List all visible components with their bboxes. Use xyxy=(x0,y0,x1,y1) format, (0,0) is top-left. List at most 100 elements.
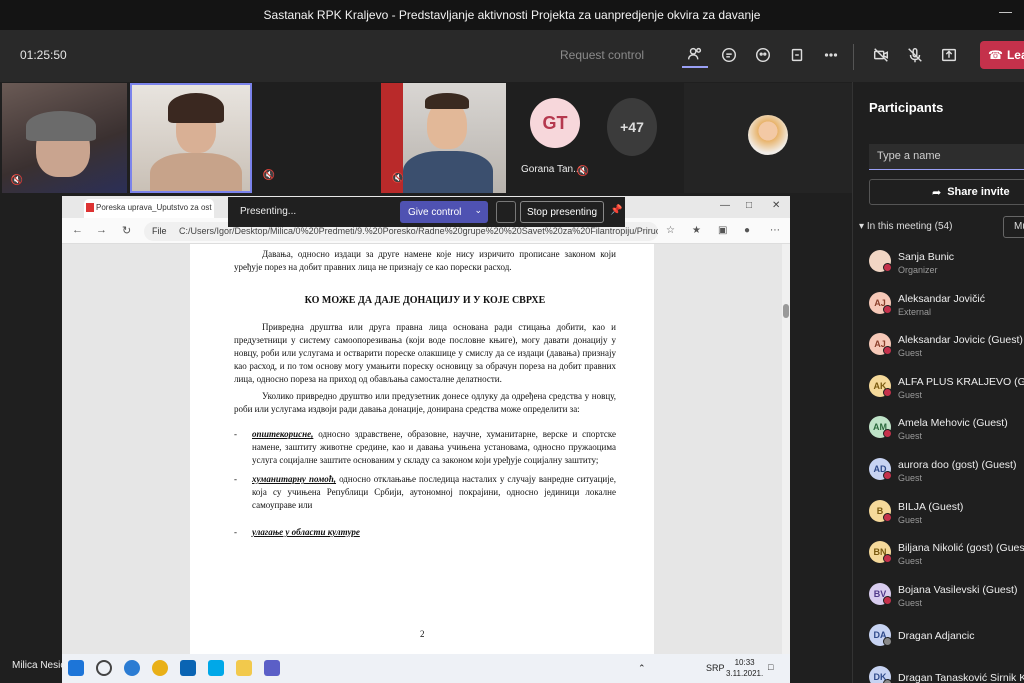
mic-off-icon: 🔇 xyxy=(10,174,24,186)
collections-icon[interactable]: ▣ xyxy=(718,225,727,236)
tray-chevron-icon[interactable]: ⌃ xyxy=(638,663,646,674)
give-control-label: Give control xyxy=(408,206,462,218)
participant-role: External xyxy=(898,306,932,317)
more-participants-button[interactable]: +47 xyxy=(607,98,657,156)
participant-name: Aleksandar Jovičić xyxy=(898,292,985,305)
browser-tab[interactable]: Poreska uprava_Uputstvo za ost xyxy=(84,199,214,218)
presence-dot-icon xyxy=(883,554,892,564)
participants-title: Participants xyxy=(869,100,944,115)
refresh-icon[interactable]: ↻ xyxy=(122,224,131,237)
mute-all-button[interactable]: Mu xyxy=(1003,216,1024,238)
give-control-button[interactable]: Give control ⌄ xyxy=(400,201,488,223)
participant-shoulders xyxy=(150,153,242,191)
doc-bullet-1: - општекорисне, односно здравствене, обра… xyxy=(234,428,616,467)
maximize-icon[interactable]: □ xyxy=(746,200,752,211)
back-icon[interactable]: ← xyxy=(72,224,83,236)
stop-presenting-button[interactable]: Stop presenting xyxy=(520,201,604,223)
pin-icon[interactable]: 📌 xyxy=(610,205,622,216)
participant-item[interactable]: AJ Aleksandar Jovičić External xyxy=(869,290,1024,332)
rooms-icon[interactable] xyxy=(784,42,810,68)
participant-name: aurora doo (gost) (Guest) xyxy=(898,458,1017,471)
bullet-emphasis: општекорисне, xyxy=(252,429,314,439)
organizer-avatar xyxy=(748,115,788,155)
participant-item[interactable]: B BILJA (Guest) Guest xyxy=(869,498,1024,540)
gorana-name: Gorana Tan... xyxy=(521,164,582,175)
outlook-icon[interactable] xyxy=(180,660,196,676)
presenting-status: Presenting... xyxy=(240,206,297,217)
gorana-avatar[interactable]: GT xyxy=(530,98,580,148)
pdf-page: Давања, односно издаци за друге намене к… xyxy=(190,244,654,669)
minimize-icon[interactable]: — xyxy=(720,200,730,211)
chrome-icon[interactable] xyxy=(152,660,168,676)
system-clock[interactable]: 10:33 3.11.2021. xyxy=(726,657,763,679)
scrollbar-thumb[interactable] xyxy=(783,304,789,318)
participants-panel: Participants Type a name ➦ Share invite … xyxy=(852,82,1024,683)
leave-button[interactable]: ☎ Leave xyxy=(980,41,1024,69)
participant-item[interactable]: AM Amela Mehovic (Guest) Guest xyxy=(869,414,1024,456)
participant-item[interactable]: AKALFA PLUS KRALJEVO (Guest)Guest xyxy=(869,373,1024,415)
participant-item[interactable]: DK Dragan Tanasković Sirnik Kral xyxy=(869,664,1024,683)
close-icon[interactable]: ✕ xyxy=(772,200,780,211)
participant-name: Sanja Bunic xyxy=(898,251,955,263)
profile-icon[interactable]: ● xyxy=(744,225,750,236)
share-icon: ➦ xyxy=(932,186,942,199)
participant-item[interactable]: AD aurora doo (gost) (Guest) Guest xyxy=(869,456,1024,498)
presenter-name-caption: Milica Nesic xyxy=(12,660,66,671)
participant-role: Guest xyxy=(898,389,923,400)
mic-off-icon[interactable] xyxy=(902,42,928,68)
in-meeting-header[interactable]: ▾ In this meeting (54) xyxy=(859,221,952,232)
meeting-timer: 01:25:50 xyxy=(20,48,67,62)
participant-item[interactable]: DA Dragan Adjancic xyxy=(869,622,1024,664)
participant-list: Sanja Bunic Organizer AJ Aleksandar Jovičić… xyxy=(869,248,1024,683)
mic-off-icon: 🔇 xyxy=(576,165,590,177)
meeting-title: Sastanak RPK Kraljevo - Predstavljanje a… xyxy=(263,8,761,22)
pdf-scrollbar[interactable] xyxy=(782,244,790,669)
participant-item[interactable]: BV Bojana Vasilevski (Guest) Guest xyxy=(869,581,1024,623)
include-audio-icon[interactable] xyxy=(496,201,516,223)
people-icon[interactable] xyxy=(682,42,708,68)
more-icon[interactable] xyxy=(818,42,844,68)
participant-search-input[interactable]: Type a name xyxy=(869,144,1024,170)
share-tray-icon[interactable] xyxy=(936,42,962,68)
minimize-icon[interactable]: — xyxy=(999,4,1012,19)
presence-dot-icon xyxy=(883,387,892,397)
menu-icon[interactable]: ⋯ xyxy=(770,225,780,236)
participant-name: Amela Mehovic (Guest) xyxy=(898,417,1008,430)
teams-meeting-window: Sastanak RPK Kraljevo - Predstavljanje a… xyxy=(0,0,1024,683)
request-control-button[interactable]: Request control xyxy=(560,48,644,62)
participant-video-1[interactable]: 🔇 xyxy=(2,83,127,193)
participant-name: BILJA (Guest) xyxy=(898,500,964,513)
start-icon[interactable] xyxy=(68,660,84,676)
participant-item[interactable]: Sanja Bunic Organizer xyxy=(869,248,1024,290)
participant-shirt xyxy=(403,151,493,193)
shared-screen-browser: Poreska uprava_Uputstvo za ost — □ ✕ ← →… xyxy=(62,196,790,669)
participant-role: Guest xyxy=(898,556,923,567)
doc-heading: КО МОЖЕ ДА ДАЈЕ ДОНАЦИЈУ И У КОЈЕ СВРХЕ xyxy=(304,295,546,306)
share-invite-label: Share invite xyxy=(947,186,1010,198)
participant-video-2[interactable] xyxy=(130,83,252,193)
file-explorer-icon[interactable] xyxy=(236,660,252,676)
camera-off-icon[interactable] xyxy=(868,42,894,68)
edge-icon[interactable] xyxy=(124,660,140,676)
presence-dot-icon xyxy=(883,512,892,522)
participant-hair xyxy=(425,93,469,109)
favorite-star-icon[interactable]: ☆ xyxy=(666,225,675,236)
page-number: 2 xyxy=(420,629,425,639)
tab-title: Poreska uprava_Uputstvo za ost xyxy=(96,203,212,212)
participant-video-3[interactable]: 🔇 xyxy=(381,83,506,193)
notification-icon[interactable]: □ xyxy=(768,662,773,672)
leave-label: Leave xyxy=(1006,48,1024,62)
teams-icon[interactable] xyxy=(264,660,280,676)
participant-name: Bojana Vasilevski (Guest) xyxy=(898,583,1018,596)
skype-icon[interactable] xyxy=(208,660,224,676)
participant-item[interactable]: BN Biljana Nikolić (gost) (Guest) Guest xyxy=(869,539,1024,581)
forward-icon[interactable]: → xyxy=(96,224,107,236)
chat-icon[interactable] xyxy=(716,42,742,68)
participant-role: Guest xyxy=(898,348,923,359)
language-indicator[interactable]: SRP xyxy=(706,663,725,673)
participant-item[interactable]: AJ Aleksandar Jovicic (Guest) Guest xyxy=(869,331,1024,373)
raise-hand-icon[interactable] xyxy=(750,42,776,68)
share-invite-button[interactable]: ➦ Share invite xyxy=(869,179,1024,205)
search-icon[interactable] xyxy=(96,660,112,676)
favorites-icon[interactable]: ★ xyxy=(692,225,701,236)
